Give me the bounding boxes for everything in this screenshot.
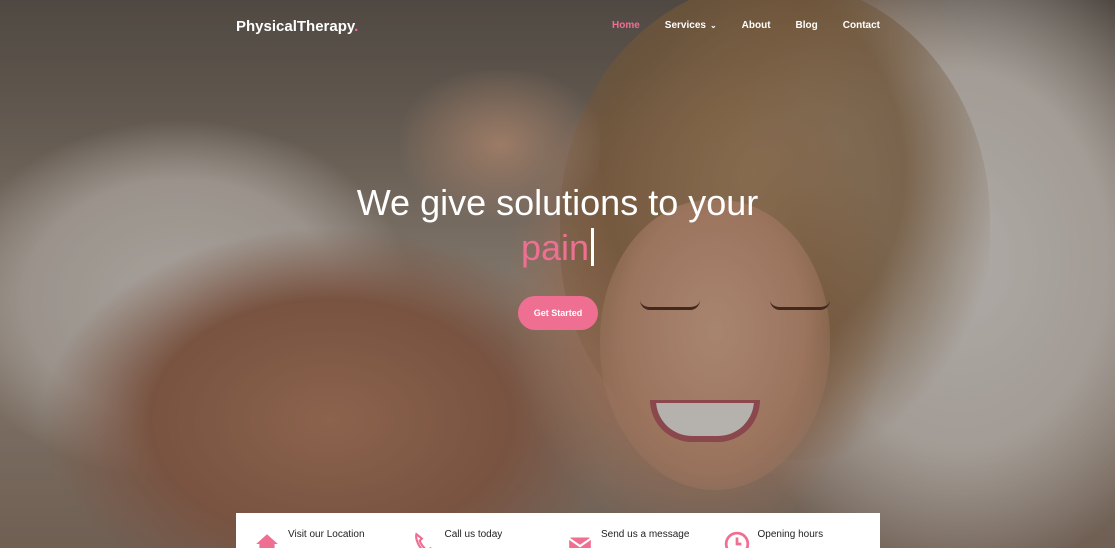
nav-about-label: About xyxy=(741,20,771,31)
nav-about[interactable]: About xyxy=(742,20,771,31)
mail-icon xyxy=(568,537,592,548)
info-item-hours[interactable]: Opening hours xyxy=(724,513,881,548)
home-icon xyxy=(256,534,278,548)
nav-blog-label: Blog xyxy=(795,20,818,31)
typing-cursor xyxy=(591,228,595,266)
nav-services-label: Services xyxy=(664,20,706,31)
nav-contact[interactable]: Contact xyxy=(843,20,880,31)
info-bar: Visit our Location Call us today Send us… xyxy=(236,513,880,548)
nav-home[interactable]: Home xyxy=(612,20,640,31)
chevron-down-icon: ⌄ xyxy=(709,21,717,30)
clock-icon xyxy=(724,531,749,548)
brand-name: PhysicalTherapy xyxy=(236,18,355,35)
get-started-button[interactable]: Get Started xyxy=(518,296,598,330)
nav-home-label: Home xyxy=(612,20,640,31)
brand-dot: . xyxy=(354,18,359,35)
main-nav: Home Services ⌄ About Blog Contact xyxy=(612,20,905,31)
info-phone-label: Call us today xyxy=(444,529,503,540)
info-location-label: Visit our Location xyxy=(288,529,365,540)
info-hours-label: Opening hours xyxy=(757,529,824,540)
hero-background xyxy=(0,0,1115,548)
nav-services[interactable]: Services ⌄ xyxy=(665,20,717,31)
info-item-location[interactable]: Visit our Location xyxy=(254,513,411,548)
phone-icon xyxy=(414,532,432,548)
hero-headline: We give solutions to your pain xyxy=(0,180,1115,270)
info-message-label: Send us a message xyxy=(601,529,690,540)
nav-blog[interactable]: Blog xyxy=(796,20,818,31)
brand-logo[interactable]: PhysicalTherapy. xyxy=(236,18,358,35)
info-item-phone[interactable]: Call us today xyxy=(411,513,568,548)
hero-overlay xyxy=(0,0,1115,548)
hero-headline-line1: We give solutions to your xyxy=(356,182,759,223)
info-item-message[interactable]: Send us a message xyxy=(567,513,724,548)
nav-contact-label: Contact xyxy=(842,20,880,31)
hero-headline-accent: pain xyxy=(520,227,590,268)
